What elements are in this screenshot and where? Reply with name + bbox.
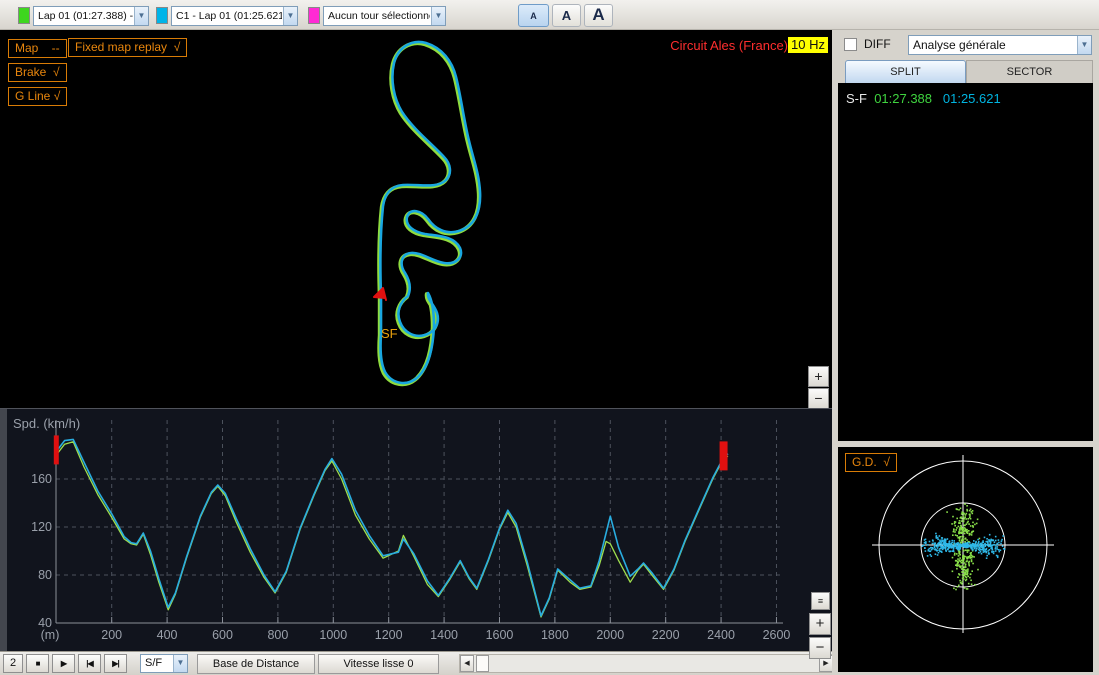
diff-label: DIFF bbox=[864, 37, 891, 51]
svg-text:1800: 1800 bbox=[541, 628, 569, 642]
svg-text:200: 200 bbox=[101, 628, 122, 642]
playback-toolbar: 2 ■ ▶ |◀ ▶| S/F ▼ Base de Distance Vites… bbox=[0, 651, 832, 675]
svg-text:2200: 2200 bbox=[652, 628, 680, 642]
svg-text:(m): (m) bbox=[41, 628, 60, 642]
chart-zoom-out-button[interactable]: − bbox=[809, 637, 831, 659]
svg-text:2400: 2400 bbox=[707, 628, 735, 642]
lap3-selector[interactable]: Aucun tour sélectionné ▼ bbox=[323, 6, 446, 26]
split-time-lap2: 01:25.621 bbox=[943, 91, 1001, 106]
track-map bbox=[0, 30, 832, 408]
lap1-selector-value: Lap 01 (01:27.388) - BEST bbox=[38, 7, 133, 25]
counter-button[interactable]: 2 bbox=[3, 654, 23, 673]
analysis-mode-selector[interactable]: Analyse générale ▼ bbox=[908, 35, 1092, 55]
gd-toggle-button[interactable]: G.D. √ bbox=[845, 453, 897, 472]
chevron-down-icon[interactable]: ▼ bbox=[173, 655, 187, 672]
skip-forward-icon[interactable]: ▶| bbox=[112, 659, 118, 668]
chevron-down-icon[interactable]: ▼ bbox=[283, 7, 297, 25]
skip-forward-button: ▶| bbox=[104, 654, 127, 673]
svg-text:80: 80 bbox=[38, 568, 52, 582]
svg-text:400: 400 bbox=[157, 628, 178, 642]
map-zoom-in-button[interactable]: + bbox=[808, 366, 829, 387]
split-sector-tabs: SPLIT SECTOR bbox=[838, 60, 1093, 83]
fixed-map-replay-button[interactable]: Fixed map replay √ bbox=[68, 38, 187, 57]
lap1-color-swatch bbox=[18, 7, 30, 24]
font-size-large-button[interactable]: A bbox=[584, 4, 613, 27]
map-zoom-out-button[interactable]: − bbox=[808, 388, 829, 409]
lap3-selector-value: Aucun tour sélectionné bbox=[328, 7, 430, 25]
stop-icon[interactable]: ■ bbox=[36, 659, 40, 668]
skip-back-button: |◀ bbox=[78, 654, 101, 673]
font-size-medium-button[interactable]: A bbox=[552, 4, 581, 27]
chevron-down-icon[interactable]: ▼ bbox=[134, 7, 148, 25]
app-window: Lap 01 (01:27.388) - BEST ▼ C1 - Lap 01 … bbox=[0, 0, 1099, 675]
vitesse-lisse-button[interactable]: Vitesse lisse 0 bbox=[318, 654, 439, 674]
chart-horizontal-scrollbar[interactable]: ◀ ▶ bbox=[459, 654, 834, 673]
chevron-down-icon[interactable]: ▼ bbox=[1077, 36, 1091, 54]
chevron-down-icon[interactable]: ▼ bbox=[431, 7, 445, 25]
sample-rate-badge: 10 Hz bbox=[788, 37, 828, 53]
split-label: S-F bbox=[846, 91, 867, 106]
lap2-color-swatch bbox=[156, 7, 168, 24]
analysis-mode-value: Analyse générale bbox=[913, 36, 1006, 54]
track-map-panel: Map -- Fixed map replay √ Brake √ G Line… bbox=[0, 30, 832, 408]
chart-zoom-in-button[interactable]: + bbox=[809, 613, 831, 635]
brake-toggle-button[interactable]: Brake √ bbox=[8, 63, 67, 82]
lap3-color-swatch bbox=[308, 7, 320, 24]
svg-text:2000: 2000 bbox=[596, 628, 624, 642]
svg-text:1600: 1600 bbox=[486, 628, 514, 642]
diff-checkbox[interactable] bbox=[844, 38, 857, 51]
lap2-selector[interactable]: C1 - Lap 01 (01:25.621) - BE ▼ bbox=[171, 6, 298, 26]
base-de-distance-button[interactable]: Base de Distance bbox=[197, 654, 315, 674]
chart-menu-button[interactable]: ≡ bbox=[811, 592, 830, 610]
svg-text:1400: 1400 bbox=[430, 628, 458, 642]
font-size-small-button[interactable]: A bbox=[518, 4, 549, 27]
speed-distance-chart[interactable]: 4080120160200400600800100012001400160018… bbox=[0, 409, 832, 652]
svg-text:1200: 1200 bbox=[375, 628, 403, 642]
tab-sector[interactable]: SECTOR bbox=[966, 60, 1093, 83]
map-button[interactable]: Map -- bbox=[8, 39, 67, 58]
svg-text:2600: 2600 bbox=[763, 628, 791, 642]
svg-text:800: 800 bbox=[267, 628, 288, 642]
scrollbar-thumb[interactable] bbox=[476, 655, 489, 672]
start-finish-marker-icon bbox=[374, 288, 386, 300]
split-time-lap1: 01:27.388 bbox=[874, 91, 932, 106]
stop-button: ■ bbox=[26, 654, 49, 673]
svg-text:600: 600 bbox=[212, 628, 233, 642]
play-button: ▶ bbox=[52, 654, 75, 673]
svg-text:Spd. (km/h): Spd. (km/h) bbox=[13, 416, 80, 431]
gline-toggle-button[interactable]: G Line √ bbox=[8, 87, 67, 106]
svg-text:120: 120 bbox=[31, 520, 52, 534]
split-row: S-F 01:27.388 01:25.621 bbox=[846, 91, 1001, 106]
tab-split[interactable]: SPLIT bbox=[845, 60, 966, 83]
scroll-left-arrow-icon[interactable]: ◀ bbox=[460, 655, 474, 672]
top-toolbar: Lap 01 (01:27.388) - BEST ▼ C1 - Lap 01 … bbox=[0, 0, 1099, 30]
lap2-selector-value: C1 - Lap 01 (01:25.621) - BE bbox=[176, 7, 282, 25]
skip-back-icon[interactable]: |◀ bbox=[86, 659, 92, 668]
sf-mode-value: S/F bbox=[145, 655, 162, 672]
start-finish-label: SF bbox=[381, 326, 398, 341]
svg-text:1000: 1000 bbox=[319, 628, 347, 642]
split-times-area: S-F 01:27.388 01:25.621 bbox=[838, 83, 1093, 441]
circuit-name: Circuit Ales (France) bbox=[670, 38, 788, 53]
svg-text:160: 160 bbox=[31, 472, 52, 486]
g-force-panel: G.D. √ bbox=[838, 447, 1093, 672]
speed-chart-panel: 4080120160200400600800100012001400160018… bbox=[0, 408, 832, 651]
lap1-selector[interactable]: Lap 01 (01:27.388) - BEST ▼ bbox=[33, 6, 149, 26]
analysis-panel: DIFF Analyse générale ▼ SPLIT SECTOR S-F… bbox=[832, 30, 1099, 675]
g-force-diagram bbox=[838, 447, 1093, 672]
sf-mode-selector[interactable]: S/F ▼ bbox=[140, 654, 188, 673]
play-icon[interactable]: ▶ bbox=[61, 659, 66, 668]
